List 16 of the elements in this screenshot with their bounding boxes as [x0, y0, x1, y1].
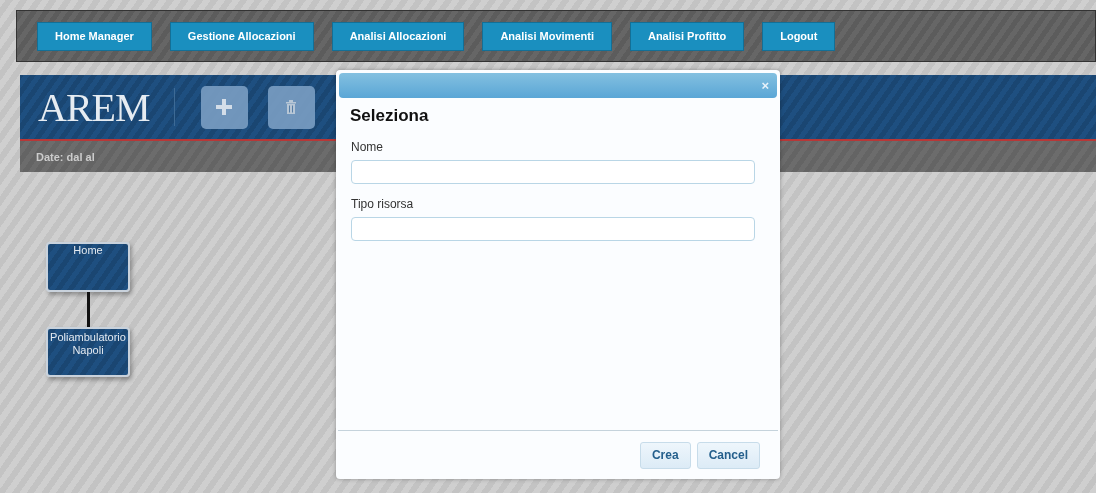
nav-button[interactable]: Logout	[762, 21, 836, 51]
dialog-button[interactable]: Crea	[639, 441, 691, 469]
date-range-label: Date: dal al	[36, 150, 95, 163]
dialog-title: Seleziona	[349, 105, 430, 126]
dialog-button[interactable]: Cancel	[696, 441, 760, 469]
tree-node[interactable]: Poliambulatorio Napoli	[46, 327, 130, 377]
tree-node[interactable]: Home	[46, 242, 130, 292]
nav-button[interactable]: Analisi Allocazioni	[331, 21, 465, 51]
nav-button[interactable]: Analisi Profitto	[629, 21, 745, 51]
field-label: Tipo risorsa	[351, 197, 415, 211]
nav-button[interactable]: Home Manager	[37, 21, 152, 51]
logo: AREM	[38, 83, 150, 131]
nav-button[interactable]: Analisi Movimenti	[482, 21, 612, 51]
nav-button[interactable]: Gestione Allocazioni	[169, 21, 314, 51]
close-button[interactable]: ×	[761, 78, 769, 93]
field-label: Nome	[351, 140, 384, 154]
